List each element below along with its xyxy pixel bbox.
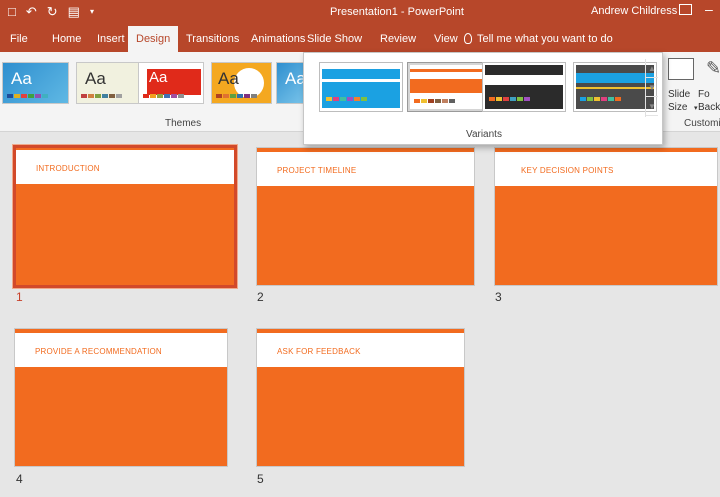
- theme-sample-text: Aa: [85, 69, 106, 88]
- slide-size-button[interactable]: Slide Size ▾: [668, 88, 698, 115]
- ribbon-display-options-icon[interactable]: [679, 4, 692, 15]
- format-background-button[interactable]: Fo Back: [698, 88, 720, 114]
- title-bar: □ ↶ ↻ ▤ ▾ Presentation1 - PowerPoint And…: [0, 0, 720, 26]
- variant-bar-top: [576, 73, 654, 83]
- variant-bar-body: [410, 79, 488, 93]
- tab-review[interactable]: Review: [380, 26, 416, 52]
- slide-number-2: 2: [257, 290, 264, 304]
- variant-bar-body: [322, 82, 400, 108]
- slide-header: PROJECT TIMELINE: [257, 152, 474, 186]
- variant-swatches: [326, 97, 367, 101]
- minimize-icon[interactable]: –: [705, 1, 713, 17]
- theme-thumbnail-light[interactable]: Aa: [76, 62, 142, 104]
- tab-insert[interactable]: Insert: [97, 26, 125, 52]
- slide-number-1: 1: [16, 290, 23, 304]
- variant-blue[interactable]: [319, 62, 403, 112]
- variant-bar-top: [485, 75, 563, 85]
- theme-thumbnail-blue[interactable]: Aa: [2, 62, 69, 104]
- variants-group-label: Variants: [466, 129, 502, 140]
- tell-me-search[interactable]: Tell me what you want to do: [464, 26, 613, 52]
- variant-orange[interactable]: [407, 62, 491, 112]
- tab-home[interactable]: Home: [52, 26, 81, 52]
- variant-swatches: [414, 99, 455, 103]
- scroll-down-icon[interactable]: ▼: [646, 78, 658, 97]
- theme-swatches: [216, 94, 257, 98]
- theme-thumbnail-partial[interactable]: Aa: [276, 62, 306, 104]
- slide-number-3: 3: [495, 290, 502, 304]
- theme-swatches: [7, 94, 48, 98]
- ribbon-tabs: File Home Insert Design Transitions Anim…: [0, 26, 720, 52]
- theme-sample-text: Aa: [218, 69, 239, 88]
- slide-header: ASK FOR FEEDBACK: [257, 333, 464, 367]
- format-background-icon[interactable]: ✎: [706, 58, 720, 79]
- slide-thumbnail-1[interactable]: INTRODUCTION: [13, 145, 237, 288]
- theme-sample-text: Aa: [11, 69, 32, 88]
- slide-header: PROVIDE A RECOMMENDATION: [15, 333, 227, 367]
- tab-animations[interactable]: Animations: [251, 26, 305, 52]
- theme-sample-text: Aa: [149, 69, 168, 86]
- customize-qat-icon[interactable]: ▾: [90, 4, 94, 20]
- user-name[interactable]: Andrew Childress: [591, 5, 677, 17]
- slide-title: ASK FOR FEEDBACK: [277, 347, 361, 356]
- slide-thumbnail-4[interactable]: PROVIDE A RECOMMENDATION: [14, 328, 228, 467]
- slide-thumbnail-5[interactable]: ASK FOR FEEDBACK: [256, 328, 465, 467]
- slide-thumbnail-2[interactable]: PROJECT TIMELINE: [256, 147, 475, 286]
- more-variants-icon[interactable]: ▼: [646, 97, 658, 116]
- theme-swatches: [143, 94, 184, 98]
- theme-thumbnail-red[interactable]: Aa: [138, 62, 204, 104]
- slide-number-4: 4: [16, 472, 23, 486]
- dropdown-arrow-icon: ▾: [694, 105, 698, 112]
- variant-bar-top: [322, 69, 400, 79]
- save-icon[interactable]: □: [8, 4, 16, 20]
- slide-header: KEY DECISION POINTS: [495, 152, 717, 186]
- variant-dark[interactable]: [482, 62, 566, 112]
- tab-transitions[interactable]: Transitions: [186, 26, 239, 52]
- tab-view[interactable]: View: [434, 26, 458, 52]
- present-from-beginning-icon[interactable]: ▤: [68, 4, 80, 20]
- tell-me-text: Tell me what you want to do: [477, 33, 613, 45]
- slide-title: KEY DECISION POINTS: [521, 166, 614, 175]
- variant-swatches: [489, 97, 530, 101]
- slide-size-label: Slide Size: [668, 89, 691, 113]
- slide-title: PROJECT TIMELINE: [277, 166, 357, 175]
- slide-thumbnail-3[interactable]: KEY DECISION POINTS: [494, 147, 718, 286]
- tab-file[interactable]: File: [10, 26, 28, 52]
- slide-number-5: 5: [257, 472, 264, 486]
- customize-group-label: Customi: [684, 118, 720, 129]
- undo-icon[interactable]: ↶: [26, 4, 37, 20]
- tab-slide-show[interactable]: Slide Show: [307, 26, 362, 52]
- theme-swatches: [81, 94, 122, 98]
- tab-design[interactable]: Design: [128, 26, 179, 52]
- themes-group-label: Themes: [165, 118, 202, 129]
- theme-thumbnail-orange[interactable]: Aa: [211, 62, 272, 104]
- lightbulb-icon: [464, 33, 472, 44]
- slide-header: INTRODUCTION: [16, 150, 234, 184]
- variant-bar-top: [410, 69, 488, 72]
- variants-gallery: ▲ ▼ ▼ Variants: [303, 52, 663, 145]
- scroll-up-icon[interactable]: ▲: [646, 59, 658, 78]
- document-title: Presentation1 - PowerPoint: [330, 6, 464, 18]
- slide-title: INTRODUCTION: [36, 164, 100, 173]
- variant-bar-accent: [576, 87, 654, 89]
- slide-title: PROVIDE A RECOMMENDATION: [35, 347, 162, 356]
- quick-access-toolbar: □ ↶ ↻ ▤ ▾: [8, 4, 94, 20]
- variant-swatches: [580, 97, 621, 101]
- variants-scroller: ▲ ▼ ▼: [645, 59, 658, 117]
- redo-icon[interactable]: ↻: [47, 4, 58, 20]
- slide-size-icon[interactable]: [668, 58, 694, 80]
